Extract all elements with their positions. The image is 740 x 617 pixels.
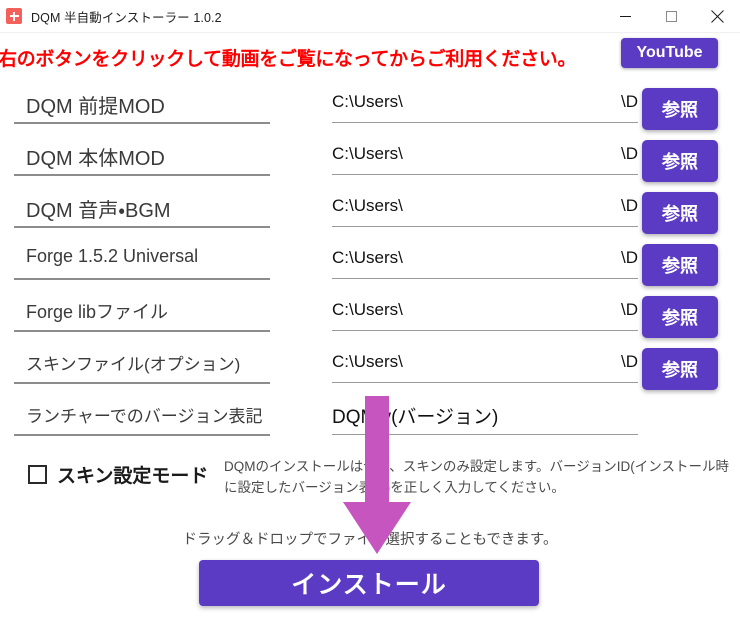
path-input-value-tail: \D — [621, 92, 638, 111]
minimize-icon — [619, 15, 631, 17]
field-row: DQM 音声・BGM C:\Users\ \D 参照 — [0, 188, 740, 240]
field-label: スキンファイル(オプション) — [26, 355, 241, 374]
youtube-button[interactable]: YouTube — [621, 38, 718, 68]
browse-button[interactable]: 参照 — [642, 244, 718, 286]
app-icon — [6, 8, 22, 24]
field-row: DQM 本体MOD C:\Users\ \D 参照 — [0, 136, 740, 188]
field-label-underline — [14, 330, 270, 332]
field-label: ランチャーでのバージョン表記 — [26, 407, 263, 426]
path-input-value-tail: \D — [621, 196, 638, 215]
skin-mode-checkbox[interactable]: スキン設定モード — [28, 461, 208, 488]
field-label-underline — [14, 226, 270, 228]
skin-mode-label: スキン設定モード — [57, 466, 209, 487]
path-input-value-tail: \D — [621, 300, 638, 319]
maximize-icon — [665, 10, 677, 22]
browse-button[interactable]: 参照 — [642, 348, 718, 390]
skin-mode-area: スキン設定モード DQMのインストールはせず、スキンのみ設定します。バージョンI… — [0, 456, 740, 506]
close-icon — [710, 9, 724, 23]
path-input-value: C:\Users\ — [332, 300, 403, 319]
field-label-underline — [14, 382, 270, 384]
path-input-underline — [332, 382, 638, 383]
path-input-value: C:\Users\ — [332, 196, 403, 215]
field-label: DQM 前提MOD — [26, 96, 165, 118]
field-row: ランチャーでのバージョン表記 DQM v(バージョン) — [0, 396, 740, 448]
field-row: スキンファイル(オプション) C:\Users\ \D 参照 — [0, 344, 740, 396]
version-input-value: DQM v(バージョン) — [332, 407, 499, 428]
path-input-value-tail: \D — [621, 352, 638, 371]
path-input-underline — [332, 330, 638, 331]
path-input[interactable]: C:\Users\ \D — [332, 196, 638, 216]
path-input-value: C:\Users\ — [332, 248, 403, 267]
path-input-underline — [332, 278, 638, 279]
field-label: DQM 本体MOD — [26, 148, 165, 170]
field-row: DQM 前提MOD C:\Users\ \D 参照 — [0, 84, 740, 136]
version-input-underline — [332, 434, 638, 435]
path-input-value: C:\Users\ — [332, 92, 403, 111]
path-input[interactable]: C:\Users\ \D — [332, 248, 638, 268]
field-label: Forge 1.5.2 Universal — [26, 246, 199, 266]
browse-button[interactable]: 参照 — [642, 140, 718, 182]
field-label: Forge libファイル — [26, 302, 169, 322]
header-notice-text: 右のボタンをクリックして動画をご覧になってからご利用ください。 — [0, 49, 577, 70]
minimize-button[interactable] — [602, 0, 648, 32]
field-label-underline — [14, 434, 270, 436]
field-label-underline — [14, 122, 270, 124]
path-input-value: C:\Users\ — [332, 352, 403, 371]
drag-drop-hint: ドラッグ＆ドロップでファイル選択することもできます。 — [182, 532, 558, 548]
path-input-underline — [332, 174, 638, 175]
skin-mode-description: DQMのインストールはせず、スキンのみ設定します。バージョンID(インストール時… — [224, 459, 729, 495]
browse-button[interactable]: 参照 — [642, 192, 718, 234]
window-title: DQM 半自動インストーラー 1.0.2 — [31, 10, 222, 25]
path-input[interactable]: C:\Users\ \D — [332, 352, 638, 372]
path-input-underline — [332, 226, 638, 227]
path-input[interactable]: C:\Users\ \D — [332, 92, 638, 112]
maximize-button[interactable] — [648, 0, 694, 32]
browse-button[interactable]: 参照 — [642, 296, 718, 338]
field-row: Forge libファイル C:\Users\ \D 参照 — [0, 292, 740, 344]
field-label: DQM 音声・BGM — [26, 200, 171, 222]
path-input-underline — [332, 122, 638, 123]
path-input-value-tail: \D — [621, 144, 638, 163]
window-titlebar: DQM 半自動インストーラー 1.0.2 — [0, 0, 740, 33]
path-input[interactable]: C:\Users\ \D — [332, 144, 638, 164]
window-controls — [602, 0, 740, 32]
checkbox-icon — [28, 465, 47, 484]
close-button[interactable] — [694, 0, 740, 32]
field-label-underline — [14, 278, 270, 280]
browse-button[interactable]: 参照 — [642, 88, 718, 130]
path-input-value: C:\Users\ — [332, 144, 403, 163]
field-row: Forge 1.5.2 Universal C:\Users\ \D 参照 — [0, 240, 740, 292]
field-list: DQM 前提MOD C:\Users\ \D 参照 DQM 本体MOD C:\U… — [0, 84, 740, 448]
version-input[interactable]: DQM v(バージョン) — [332, 402, 638, 429]
install-button[interactable]: インストール — [199, 560, 539, 606]
path-input-value-tail: \D — [621, 248, 638, 267]
path-input[interactable]: C:\Users\ \D — [332, 300, 638, 320]
field-label-underline — [14, 174, 270, 176]
